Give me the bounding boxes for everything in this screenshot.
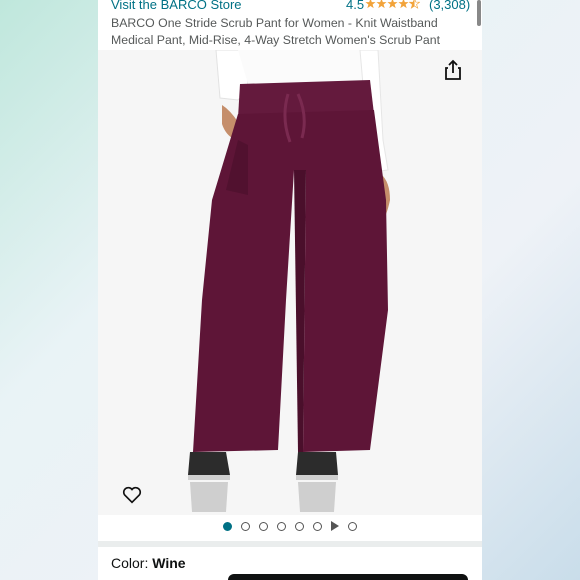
wishlist-button[interactable] xyxy=(121,484,143,506)
star-icon xyxy=(398,0,409,9)
gallery-dot[interactable] xyxy=(241,521,250,531)
color-value: Wine xyxy=(152,555,186,571)
product-page: Visit the BARCO Store 4.5 (3,308) BARCO … xyxy=(98,0,482,580)
scrollbar[interactable] xyxy=(477,0,481,26)
share-button[interactable] xyxy=(441,58,465,82)
color-swatch-strip[interactable] xyxy=(228,574,468,580)
rating-value[interactable]: 4.5 xyxy=(346,0,364,12)
heart-icon xyxy=(122,486,142,504)
review-count[interactable]: (3,308) xyxy=(429,0,470,12)
gallery-dot[interactable] xyxy=(223,521,232,531)
product-title: BARCO One Stride Scrub Pant for Women - … xyxy=(111,16,441,47)
play-icon[interactable] xyxy=(331,521,339,531)
store-link[interactable]: Visit the BARCO Store xyxy=(111,0,242,12)
star-icon xyxy=(376,0,387,9)
color-selector-label: Color: Wine xyxy=(111,555,186,571)
color-label: Color: xyxy=(111,555,153,571)
section-divider xyxy=(98,541,482,547)
gallery-dot[interactable] xyxy=(313,521,322,531)
gallery-dot[interactable] xyxy=(348,521,357,531)
gallery-dot[interactable] xyxy=(295,521,304,531)
store-rating-row: Visit the BARCO Store 4.5 (3,308) xyxy=(111,0,471,15)
star-icon xyxy=(387,0,398,9)
star-icon xyxy=(365,0,376,9)
gallery-dots xyxy=(98,519,482,533)
half-star-icon xyxy=(409,0,420,9)
gallery-dot[interactable] xyxy=(259,521,268,531)
gallery-dot[interactable] xyxy=(277,521,286,531)
star-rating[interactable] xyxy=(365,0,420,9)
share-icon xyxy=(445,59,461,80)
product-image[interactable] xyxy=(98,49,482,515)
pants-photo xyxy=(188,49,390,512)
